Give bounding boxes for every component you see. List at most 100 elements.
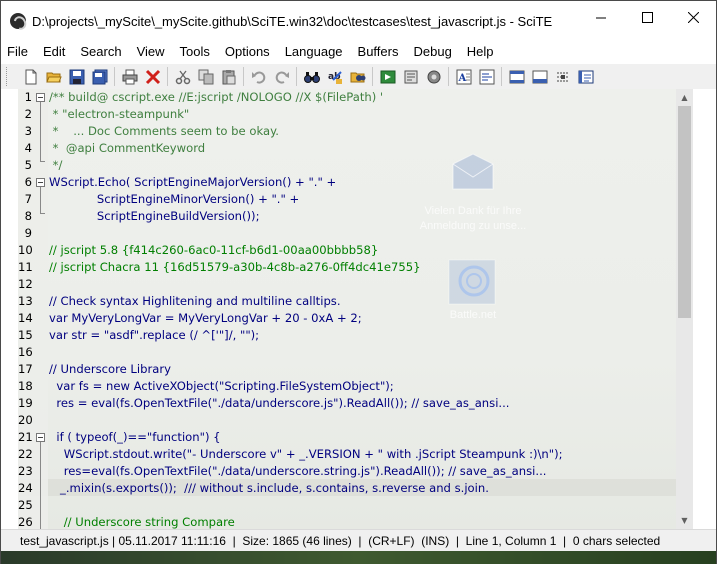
line-number: 3 [24, 124, 32, 138]
menu-debug[interactable]: Debug [406, 41, 459, 63]
paste-button[interactable] [217, 66, 240, 88]
code-line: res=eval(fs.OpenTextFile("./data/undersc… [49, 464, 547, 478]
scroll-up-arrow-icon[interactable]: ▲ [676, 89, 693, 106]
tools-icon [479, 69, 494, 84]
line-number: 16 [18, 345, 33, 359]
line-number: 13 [18, 294, 33, 308]
scrollbar-thumb[interactable] [678, 106, 691, 318]
toggle-output-button[interactable] [528, 66, 551, 88]
print-icon [122, 69, 137, 84]
fold-guide [40, 187, 41, 213]
toolbar-grip[interactable] [6, 67, 9, 86]
code-editor[interactable]: Vielen Dank für Ihre Anmeldung zu unse..… [18, 89, 676, 529]
undo-button[interactable] [247, 66, 270, 88]
scite-window: D:\projects\_myScite\_myScite.github\Sci… [0, 0, 717, 564]
fold-toggle-line-1[interactable] [36, 93, 45, 102]
split-button[interactable] [551, 66, 574, 88]
line-number: 8 [24, 209, 32, 223]
find-replace-button[interactable]: ab [323, 66, 346, 88]
code-line: var fs = new ActiveXObject("Scripting.Fi… [49, 379, 394, 393]
maximize-button[interactable] [624, 1, 670, 33]
find-button[interactable] [300, 66, 323, 88]
menu-tools[interactable]: Tools [173, 41, 218, 63]
new-file-icon [25, 69, 36, 84]
fullscreen-button[interactable] [574, 66, 597, 88]
mail-ghost-caption-1: Vielen Dank für Ihre [424, 205, 522, 217]
build-icon [427, 70, 440, 83]
code-line: // jscript Chacra 11 {16d51579-a30b-4c8b… [49, 260, 421, 274]
line-number: 10 [18, 243, 33, 257]
code-line: if ( typeof(_)=="function") { [49, 430, 221, 444]
line-number: 21 [18, 430, 33, 444]
menu-edit[interactable]: Edit [36, 41, 73, 63]
vertical-scrollbar[interactable]: ▲ ▼ [676, 89, 693, 529]
minimize-icon [595, 17, 606, 18]
close-red-x-icon [145, 69, 160, 84]
toolbar-separator [372, 67, 373, 86]
close-button[interactable] [670, 1, 716, 33]
find-replace-icon: ab [328, 70, 342, 84]
code-line: // Underscore string Compare [49, 515, 235, 529]
find-in-files-button[interactable] [346, 66, 369, 88]
code-line: res = eval(fs.OpenTextFile("./data/under… [49, 396, 510, 410]
line-number: 12 [18, 277, 33, 291]
close-file-button[interactable] [141, 66, 164, 88]
line-number: 6 [24, 175, 32, 189]
fold-end-marker [40, 213, 45, 214]
cut-button[interactable] [171, 66, 194, 88]
line-number: 5 [24, 158, 32, 172]
close-icon [687, 11, 699, 23]
fonts-button[interactable]: A [452, 66, 475, 88]
new-file-button[interactable] [19, 66, 42, 88]
code-line: var MyVeryLongVar = MyVeryLongVar + 20 -… [49, 311, 362, 325]
save-button[interactable] [65, 66, 88, 88]
code-line: WScript.stdout.write("- Underscore v" + … [49, 447, 563, 461]
fonts-icon: A [456, 69, 471, 84]
fold-end-marker [40, 161, 45, 162]
window-title: D:\projects\_myScite\_myScite.github\Sci… [32, 13, 553, 29]
menu-view[interactable]: View [130, 41, 173, 63]
open-file-button[interactable] [42, 66, 65, 88]
copy-icon [198, 69, 213, 84]
open-folder-icon [45, 72, 62, 82]
toggle-panel-icon [509, 70, 524, 83]
redo-button[interactable] [270, 66, 293, 88]
line-number: 25 [18, 498, 33, 512]
fold-toggle-line-6[interactable] [36, 178, 45, 187]
paste-icon [222, 69, 235, 84]
undo-icon [251, 71, 265, 84]
line-number: 7 [24, 192, 32, 206]
menu-options[interactable]: Options [218, 41, 278, 63]
line-number: 11 [18, 260, 33, 274]
battlenet-ghost-caption: Battle.net [449, 309, 497, 321]
fold-toggle-line-21[interactable] [36, 433, 45, 442]
compile-button[interactable] [399, 66, 422, 88]
code-line: */ [49, 158, 63, 172]
line-number: 17 [18, 362, 33, 376]
menu-search[interactable]: Search [73, 41, 129, 63]
menu-language[interactable]: Language [278, 41, 351, 63]
line-number: 15 [18, 328, 33, 342]
menu-file[interactable]: File [1, 41, 36, 63]
fold-guide [40, 442, 41, 529]
code-line: ScriptEngineMinorVersion() + "." + [49, 192, 300, 206]
menu-buffers[interactable]: Buffers [351, 41, 407, 63]
line-number: 9 [24, 226, 32, 240]
fold-guide [40, 102, 41, 161]
scroll-down-arrow-icon[interactable]: ▼ [676, 512, 693, 529]
go-button[interactable] [376, 66, 399, 88]
code-line: WScript.Echo( ScriptEngineMajorVersion()… [49, 175, 337, 189]
save-all-button[interactable] [88, 66, 111, 88]
copy-button[interactable] [194, 66, 217, 88]
menu-help[interactable]: Help [460, 41, 502, 63]
toggle-panel-button[interactable] [505, 66, 528, 88]
print-button[interactable] [118, 66, 141, 88]
tools-button[interactable] [475, 66, 498, 88]
line-number: 20 [18, 413, 33, 427]
code-line: * ... Doc Comments seem to be okay. [49, 124, 279, 138]
mail-ghost-caption-2: Anmeldung zu unse... [419, 220, 527, 232]
build-button[interactable] [422, 66, 445, 88]
code-line: // jscript 5.8 {f414c260-6ac0-11cf-b6d1-… [49, 243, 379, 257]
scite-app-icon[interactable] [10, 13, 26, 29]
minimize-button[interactable] [578, 1, 624, 33]
